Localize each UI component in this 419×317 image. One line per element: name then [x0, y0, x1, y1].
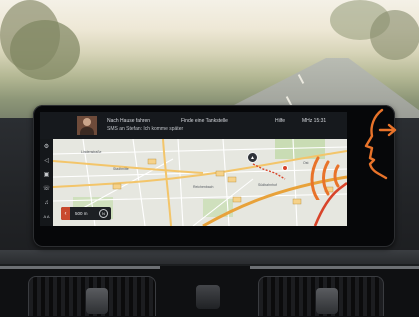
voice-control-icon — [310, 108, 397, 200]
map-label: Südbahnhof — [258, 183, 277, 187]
chrome-trim — [0, 266, 160, 269]
speaker-icon[interactable]: ◁ — [43, 157, 50, 164]
phone-icon[interactable]: ☏ — [43, 185, 51, 192]
vent-knob[interactable] — [86, 288, 108, 314]
chrome-trim — [250, 266, 419, 269]
tree — [10, 20, 80, 80]
text-size-icon[interactable]: A A — [42, 213, 51, 220]
map-label: Lindenstraße — [81, 150, 102, 154]
sms-suggestion[interactable]: SMS an Stefan: Ich komme später — [107, 126, 183, 132]
tree — [370, 10, 419, 60]
dashboard-trim — [0, 250, 419, 264]
contact-avatar-icon[interactable] — [77, 116, 97, 135]
compass-label: N — [102, 211, 105, 216]
current-position-icon: ▲ — [247, 152, 258, 163]
hazard-button[interactable] — [196, 285, 220, 309]
find-gas-station-suggestion[interactable]: Finde eine Tankstelle — [181, 118, 228, 124]
media-icon[interactable]: ♫ — [43, 199, 50, 206]
car-icon[interactable]: ▣ — [43, 171, 50, 178]
nav-home-suggestion[interactable]: Nach Hause fahren — [107, 118, 150, 124]
map-scale-control[interactable]: ‹ 500 m N — [61, 207, 111, 220]
back-arrow-icon[interactable]: ‹ — [61, 207, 70, 220]
map-scale-label: 500 m — [75, 211, 88, 216]
compass-icon[interactable]: N — [99, 209, 108, 218]
vent-knob[interactable] — [316, 288, 338, 314]
destination-pin-icon[interactable] — [282, 165, 288, 171]
sidebar: ⚙ ◁ ▣ ☏ ♫ A A — [40, 139, 53, 226]
settings-icon[interactable]: ⚙ — [43, 143, 50, 150]
map-label: Stadtmitte — [113, 167, 129, 171]
map-label: Reichenbach — [193, 185, 214, 189]
help-link[interactable]: Hilfe — [275, 118, 285, 124]
